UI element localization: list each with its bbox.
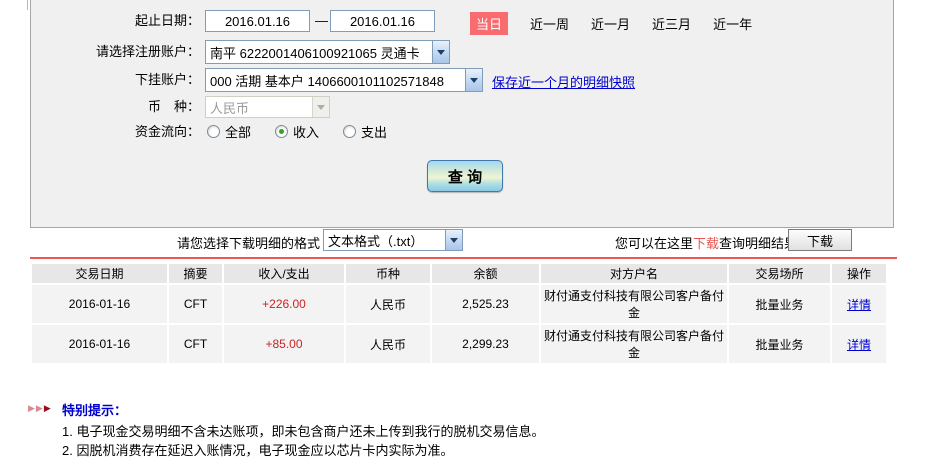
quick-range-today[interactable]: 当日 bbox=[470, 12, 508, 35]
sub-account-select[interactable]: 000 活期 基本户 1406600101102571848 bbox=[205, 68, 483, 92]
page-edge-notch bbox=[27, 0, 28, 10]
radio-checked-icon[interactable] bbox=[275, 125, 288, 138]
fund-flow-option-income[interactable]: 收入 bbox=[275, 122, 319, 141]
cell-venue: 批量业务 bbox=[729, 325, 830, 363]
fund-flow-option-all[interactable]: 全部 bbox=[207, 122, 251, 141]
end-date-input[interactable] bbox=[330, 10, 435, 32]
date-range-label: 起止日期： bbox=[30, 10, 200, 32]
fund-flow-option-income-label: 收入 bbox=[293, 122, 319, 141]
register-account-select[interactable]: 南平 6222001406100921065 灵通卡 bbox=[205, 40, 450, 64]
fund-flow-options: 全部 收入 支出 bbox=[207, 122, 387, 141]
table-header-row: 交易日期 摘要 收入/支出 币种 余额 对方户名 交易场所 操作 bbox=[32, 264, 886, 283]
currency-label: 币 种： bbox=[30, 96, 200, 118]
chevron-down-icon[interactable] bbox=[432, 41, 449, 63]
radio-unchecked-icon[interactable] bbox=[343, 125, 356, 138]
cell-amount: +226.00 bbox=[224, 285, 344, 323]
start-date-input[interactable] bbox=[205, 10, 310, 32]
download-hint: 您可以在这里下载查询明细结果 bbox=[615, 233, 797, 252]
red-divider bbox=[30, 257, 897, 259]
register-account-label: 请选择注册账户： bbox=[30, 41, 200, 63]
col-header-date: 交易日期 bbox=[32, 264, 167, 283]
cell-venue: 批量业务 bbox=[729, 285, 830, 323]
table-row: 2016-01-16 CFT +226.00 人民币 2,525.23 财付通支… bbox=[32, 285, 886, 323]
cell-date: 2016-01-16 bbox=[32, 325, 167, 363]
fund-flow-option-expense[interactable]: 支出 bbox=[343, 122, 387, 141]
download-hint-prefix: 您可以在这里 bbox=[615, 236, 693, 251]
quick-range-quarter[interactable]: 近三月 bbox=[652, 14, 691, 33]
radio-unchecked-icon[interactable] bbox=[207, 125, 220, 138]
cell-summary: CFT bbox=[169, 285, 222, 323]
col-header-currency: 币种 bbox=[346, 264, 430, 283]
transaction-table: 交易日期 摘要 收入/支出 币种 余额 对方户名 交易场所 操作 2016-01… bbox=[30, 262, 888, 365]
cell-balance: 2,525.23 bbox=[432, 285, 539, 323]
quick-range-month[interactable]: 近一月 bbox=[591, 14, 630, 33]
detail-link[interactable]: 详情 bbox=[847, 338, 871, 352]
col-header-counterparty: 对方户名 bbox=[541, 264, 727, 283]
cell-summary: CFT bbox=[169, 325, 222, 363]
fund-flow-option-expense-label: 支出 bbox=[361, 122, 387, 141]
currency-value: 人民币 bbox=[206, 98, 312, 117]
table-row: 2016-01-16 CFT +85.00 人民币 2,299.23 财付通支付… bbox=[32, 325, 886, 363]
special-note-title: 特别提示： bbox=[62, 400, 127, 419]
fund-flow-option-all-label: 全部 bbox=[225, 122, 251, 141]
download-hint-suffix: 查询明细结果 bbox=[719, 236, 797, 251]
quick-range-links: 当日 近一周 近一月 近三月 近一年 bbox=[470, 12, 752, 35]
cell-counterparty: 财付通支付科技有限公司客户备付金 bbox=[541, 325, 727, 363]
quick-range-year[interactable]: 近一年 bbox=[713, 14, 752, 33]
cell-counterparty: 财付通支付科技有限公司客户备付金 bbox=[541, 285, 727, 323]
special-note-item-1: 1. 电子现金交易明细不含未达账项，即未包含商户还未上传到我行的脱机交易信息。 bbox=[62, 421, 544, 440]
col-header-summary: 摘要 bbox=[169, 264, 222, 283]
col-header-balance: 余额 bbox=[432, 264, 539, 283]
cell-balance: 2,299.23 bbox=[432, 325, 539, 363]
download-word-link[interactable]: 下载 bbox=[693, 236, 719, 251]
col-header-amount: 收入/支出 bbox=[224, 264, 344, 283]
cell-currency: 人民币 bbox=[346, 285, 430, 323]
currency-select: 人民币 bbox=[205, 96, 330, 118]
sub-account-label: 下挂账户： bbox=[30, 69, 200, 91]
download-format-select[interactable]: 文本格式（.txt） bbox=[323, 229, 463, 251]
transaction-detail-query-page: 起止日期： — 当日 近一周 近一月 近三月 近一年 请选择注册账户： 南平 6… bbox=[0, 0, 931, 460]
col-header-venue: 交易场所 bbox=[729, 264, 830, 283]
quick-range-week[interactable]: 近一周 bbox=[530, 14, 569, 33]
download-format-value: 文本格式（.txt） bbox=[324, 231, 445, 250]
chevron-down-icon[interactable] bbox=[465, 69, 482, 91]
download-button[interactable]: 下载 bbox=[788, 229, 852, 251]
date-range-separator: — bbox=[315, 10, 328, 32]
download-format-label: 请您选择下载明细的格式 bbox=[123, 233, 320, 252]
special-note-item-2: 2. 因脱机消费存在延迟入账情况，电子现金应以芯片卡内实际为准。 bbox=[62, 440, 453, 459]
register-account-value: 南平 6222001406100921065 灵通卡 bbox=[206, 43, 432, 62]
save-snapshot-link[interactable]: 保存近一个月的明细快照 bbox=[492, 72, 635, 91]
cell-date: 2016-01-16 bbox=[32, 285, 167, 323]
cell-amount: +85.00 bbox=[224, 325, 344, 363]
cell-currency: 人民币 bbox=[346, 325, 430, 363]
chevron-down-icon bbox=[312, 97, 329, 117]
query-button[interactable]: 查 询 bbox=[427, 160, 503, 192]
sub-account-value: 000 活期 基本户 1406600101102571848 bbox=[206, 71, 465, 90]
col-header-action: 操作 bbox=[832, 264, 886, 283]
triple-arrow-icon: ▶▶▶ bbox=[28, 403, 52, 414]
detail-link[interactable]: 详情 bbox=[847, 298, 871, 312]
chevron-down-icon[interactable] bbox=[445, 230, 462, 250]
fund-flow-label: 资金流向： bbox=[30, 121, 200, 143]
